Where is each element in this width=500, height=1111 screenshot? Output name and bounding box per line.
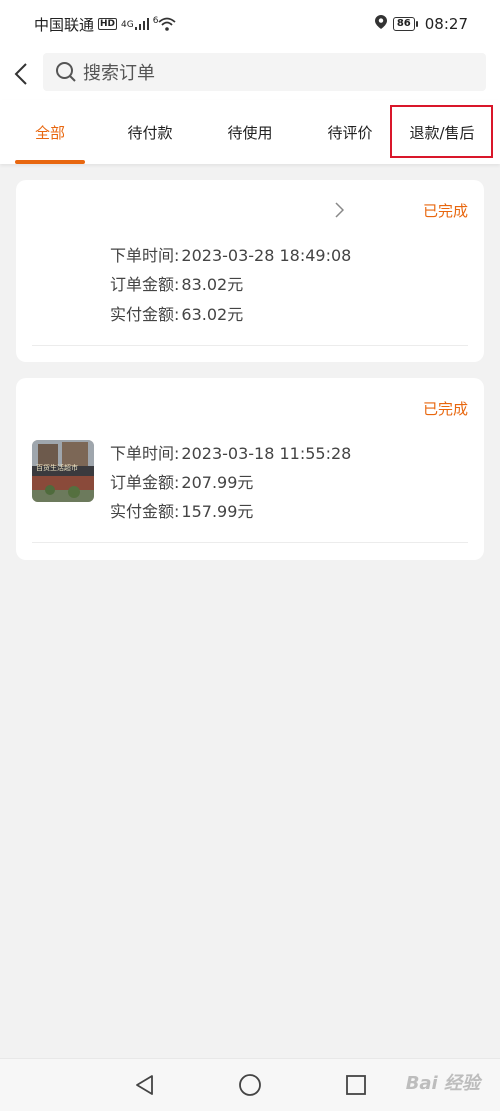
battery-indicator: 86 [392,17,418,31]
order-status: 已完成 [422,202,468,220]
nav-back-button[interactable] [132,1073,156,1097]
tab-to-use[interactable]: 待使用 [200,100,300,164]
order-amount-label: 订单金额: [110,473,180,492]
watermark: Bai 经验 [405,1073,480,1094]
order-time-row: 下单时间: 2023-03-18 11:55:28 [110,440,351,464]
order-status: 已完成 [422,400,468,418]
order-time-label: 下单时间: [110,444,180,463]
order-amount-value: 207.99元 [181,473,254,492]
back-triangle-icon [136,1075,153,1095]
home-circle-icon [239,1074,261,1096]
order-amount-value: 83.02元 [181,275,244,294]
tab-pending-payment[interactable]: 待付款 [100,100,200,164]
chevron-right-icon[interactable] [334,202,345,222]
signal-icon: 4G [121,18,149,30]
order-time-value: 2023-03-28 18:49:08 [181,246,352,265]
status-left: 中国联通 HD 4G 6 [34,14,177,35]
search-placeholder: 搜索订单 [83,63,155,84]
order-card[interactable]: 已完成 下单时间: 2023-03-28 18:49:08 订单金额: 83.02元… [16,180,484,362]
back-arrow-icon [14,63,27,85]
paid-amount-value: 157.99元 [181,502,254,521]
paid-amount-row: 实付金额: 157.99元 [110,498,253,522]
wifi-icon: 6 [153,17,177,31]
header: 搜索订单 [0,48,500,100]
tab-all[interactable]: 全部 [0,100,100,164]
order-time-label: 下单时间: [110,246,180,265]
paid-amount-label: 实付金额: [110,502,180,521]
order-time-value: 2023-03-18 11:55:28 [181,444,352,463]
clock: 08:27 [424,15,468,33]
system-nav-bar: Bai 经验 [0,1058,500,1111]
paid-amount-row: 实付金额: 63.02元 [110,301,243,325]
active-tab-indicator [15,160,85,164]
tab-to-review[interactable]: 待评价 [300,100,400,164]
order-amount-row: 订单金额: 83.02元 [110,271,243,295]
nav-home-button[interactable] [238,1073,262,1097]
order-card[interactable]: 已完成 百货生活超市 下单时间: 2023-03-18 11:55:28 订单金额… [16,378,484,560]
nav-recents-button[interactable] [344,1073,368,1097]
status-bar: 中国联通 HD 4G 6 86 08:27 [0,0,500,48]
card-divider [32,345,468,346]
search-input[interactable]: 搜索订单 [43,53,486,91]
recents-square-icon [346,1075,366,1095]
tab-refund-aftersale[interactable]: 退款/售后 [392,100,492,164]
back-button[interactable] [0,48,42,100]
order-amount-row: 订单金额: 207.99元 [110,469,253,493]
status-right: 86 08:27 [374,15,468,33]
order-tabs: 全部 待付款 待使用 待评价 退款/售后 [0,100,500,164]
paid-amount-label: 实付金额: [110,305,180,324]
network-type: 4G [121,20,134,30]
order-time-row: 下单时间: 2023-03-28 18:49:08 [110,242,351,266]
card-divider [32,542,468,543]
search-icon [56,62,76,82]
location-icon [374,15,387,33]
carrier-name: 中国联通 [34,15,95,34]
order-amount-label: 订单金额: [110,275,180,294]
hd-badge: HD [98,18,118,30]
store-thumbnail: 百货生活超市 [32,440,94,502]
thumbnail-sign-text: 百货生活超市 [36,464,78,472]
paid-amount-value: 63.02元 [181,305,244,324]
